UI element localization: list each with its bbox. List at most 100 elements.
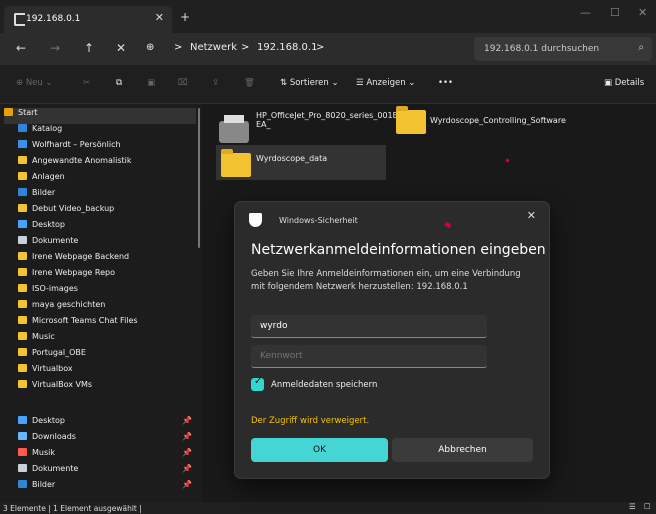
up-icon[interactable]: ↑ bbox=[84, 41, 94, 55]
back-icon[interactable]: ← bbox=[16, 41, 26, 55]
breadcrumb-separator: > bbox=[241, 42, 250, 53]
cut-icon[interactable]: ✂ bbox=[83, 78, 90, 88]
folder-tab-icon bbox=[14, 13, 25, 26]
sidebar-item[interactable]: Downloads bbox=[18, 432, 193, 448]
sidebar-item[interactable]: Angewandte Anomalistik bbox=[18, 156, 193, 172]
tiles-view-icon[interactable]: ☐ bbox=[644, 502, 651, 511]
sidebar-item[interactable]: VirtualBox VMs bbox=[18, 380, 193, 396]
close-window-button[interactable]: ✕ bbox=[638, 6, 647, 19]
sidebar-item-label: Dokumente bbox=[32, 236, 79, 245]
forward-icon[interactable]: → bbox=[50, 41, 60, 55]
copy-icon[interactable]: ⧉ bbox=[116, 78, 122, 88]
password-field[interactable] bbox=[251, 345, 487, 368]
sidebar-item-label: Musik bbox=[32, 448, 55, 457]
sidebar-item[interactable]: Dokumente bbox=[18, 236, 193, 252]
dialog-message: Geben Sie Ihre Anmeldeinformationen ein,… bbox=[251, 269, 521, 292]
sidebar-item[interactable]: Irene Webpage Backend bbox=[18, 252, 193, 268]
folder-icon bbox=[18, 172, 27, 180]
sidebar-item[interactable]: Start bbox=[4, 108, 196, 124]
sidebar-item[interactable]: Microsoft Teams Chat Files bbox=[18, 316, 193, 332]
sidebar-item[interactable]: Musik bbox=[18, 448, 193, 464]
view-button[interactable]: ☰ Anzeigen ⌄ bbox=[356, 78, 415, 88]
paste-icon[interactable]: ▣ bbox=[147, 78, 155, 88]
sidebar-item-label: Debut Video_backup bbox=[32, 204, 115, 213]
refresh-icon[interactable]: ✕ bbox=[116, 41, 126, 55]
new-tab-button[interactable]: + bbox=[180, 10, 190, 24]
breadcrumb-network[interactable]: Netzwerk bbox=[190, 42, 237, 53]
image-icon bbox=[18, 480, 27, 488]
breadcrumb-separator: > bbox=[316, 42, 325, 53]
status-text: 3 Elemente | 1 Element ausgewählt | bbox=[3, 504, 142, 513]
check-icon: ✓ bbox=[254, 376, 263, 387]
pin-icon[interactable]: 📌 bbox=[182, 432, 192, 441]
breadcrumb-address[interactable]: 192.168.0.1 bbox=[257, 42, 317, 53]
sidebar-item[interactable]: Debut Video_backup bbox=[18, 204, 193, 220]
image-icon bbox=[18, 124, 27, 132]
pin-icon[interactable]: 📌 bbox=[182, 480, 192, 489]
cancel-button[interactable]: Abbrechen bbox=[392, 438, 533, 462]
sidebar-item-label: ISO-images bbox=[32, 284, 78, 293]
search-box[interactable]: 192.168.0.1 durchsuchen ⌕ bbox=[474, 37, 652, 61]
rename-icon[interactable]: ⌧ bbox=[178, 78, 188, 88]
folder-name[interactable]: Wyrdoscope_Controlling_Software bbox=[430, 116, 566, 125]
sidebar-item[interactable]: Katalog bbox=[18, 124, 193, 140]
printer-name[interactable]: HP_OfficeJet_Pro_8020_series_001E EA_ bbox=[256, 111, 398, 129]
username-field[interactable]: wyrdo bbox=[251, 315, 487, 338]
search-icon[interactable]: ⌕ bbox=[638, 42, 644, 53]
title-bar: 192.168.0.1 ✕ + — ☐ ✕ bbox=[0, 0, 656, 33]
sidebar-item-label: maya geschichten bbox=[32, 300, 106, 309]
sidebar-item[interactable]: Wolfhardt – Persönlich bbox=[18, 140, 193, 156]
folder-icon bbox=[18, 380, 27, 388]
new-button[interactable]: ⊕ Neu ⌄ bbox=[16, 78, 53, 88]
credentials-dialog: Windows-Sicherheit ✕ Netzwerkanmeldeinfo… bbox=[234, 201, 550, 479]
sidebar-item-label: Irene Webpage Backend bbox=[32, 252, 130, 261]
document-icon bbox=[18, 464, 27, 472]
maximize-button[interactable]: ☐ bbox=[610, 6, 620, 19]
remember-label[interactable]: Anmeldedaten speichern bbox=[271, 380, 377, 390]
sidebar-item[interactable]: Bilder bbox=[18, 188, 193, 204]
sidebar-item[interactable]: Music bbox=[18, 332, 193, 348]
details-button[interactable]: ▣ Details bbox=[604, 78, 644, 88]
details-view-icon[interactable]: ☰ bbox=[629, 502, 636, 511]
printer-icon bbox=[219, 115, 249, 143]
sidebar-item[interactable]: Desktop bbox=[18, 416, 193, 432]
sidebar-item[interactable]: Irene Webpage Repo bbox=[18, 268, 193, 284]
pin-icon[interactable]: 📌 bbox=[182, 464, 192, 473]
image-icon bbox=[18, 188, 27, 196]
sidebar-item-label: Bilder bbox=[32, 480, 56, 489]
sidebar-item[interactable]: Virtualbox bbox=[18, 364, 193, 380]
share-icon[interactable]: ⇪ bbox=[212, 78, 219, 88]
password-input[interactable] bbox=[260, 351, 470, 361]
sidebar-item-label: Music bbox=[32, 332, 55, 341]
folder-name[interactable]: Wyrdoscope_data bbox=[256, 154, 327, 163]
sidebar-item[interactable]: Portugal_OBE bbox=[18, 348, 193, 364]
pin-icon[interactable]: 📌 bbox=[182, 448, 192, 457]
sidebar-item-label: Dokumente bbox=[32, 464, 79, 473]
folder-icon bbox=[18, 204, 27, 212]
username-value[interactable]: wyrdo bbox=[260, 321, 287, 331]
delete-icon[interactable]: 🗑 bbox=[244, 78, 255, 88]
sidebar-item-label: Start bbox=[18, 108, 38, 117]
sidebar-item[interactable]: Dokumente bbox=[18, 464, 193, 480]
sidebar-item[interactable]: Desktop bbox=[18, 220, 193, 236]
folder-icon bbox=[18, 364, 27, 372]
pin-icon[interactable]: 📌 bbox=[182, 416, 192, 425]
sidebar-scrollbar[interactable] bbox=[198, 108, 200, 248]
more-button[interactable]: ••• bbox=[438, 78, 453, 88]
browser-tab[interactable]: 192.168.0.1 ✕ bbox=[4, 6, 172, 33]
remember-checkbox[interactable]: ✓ bbox=[251, 376, 264, 391]
dialog-close-icon[interactable]: ✕ bbox=[527, 209, 536, 222]
cloud-icon bbox=[18, 140, 27, 148]
sidebar-item[interactable]: maya geschichten bbox=[18, 300, 193, 316]
folder-icon bbox=[18, 284, 27, 292]
minimize-button[interactable]: — bbox=[580, 6, 591, 19]
sidebar-item[interactable]: Bilder bbox=[18, 480, 193, 496]
sidebar-item[interactable]: ISO-images bbox=[18, 284, 193, 300]
folder-icon bbox=[18, 156, 27, 164]
ok-button[interactable]: OK bbox=[251, 438, 388, 462]
desktop-icon bbox=[18, 220, 27, 228]
tab-close-icon[interactable]: ✕ bbox=[155, 11, 164, 24]
sidebar-item[interactable]: Anlagen bbox=[18, 172, 193, 188]
sort-button[interactable]: ⇅ Sortieren ⌄ bbox=[280, 78, 339, 88]
sidebar-item-label: Virtualbox bbox=[32, 364, 73, 373]
